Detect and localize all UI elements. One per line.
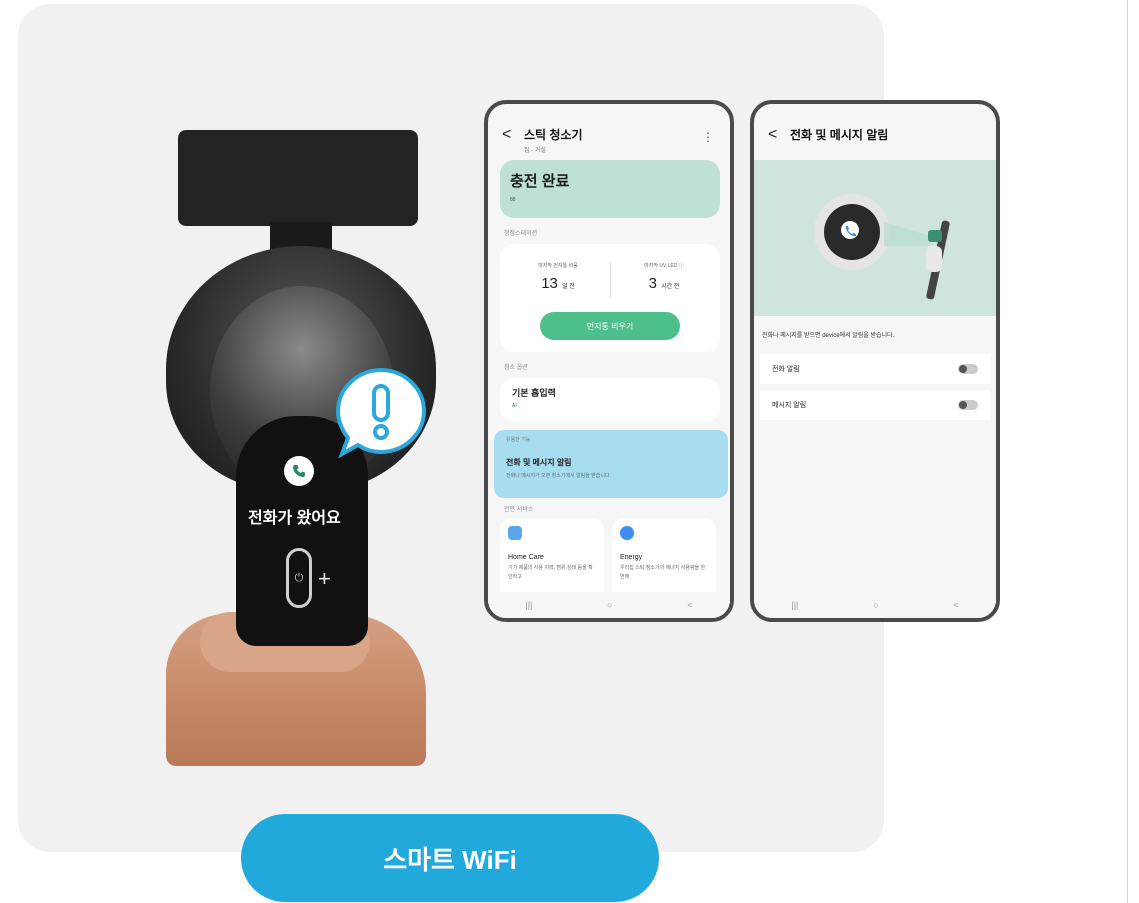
useful-label: 유용한 기능	[506, 437, 531, 443]
service-title: Energy	[620, 554, 643, 561]
notification-description: 전화나 메시지를 받으면 device에서 알림을 받습니다.	[762, 333, 895, 339]
app-header: < 전화 및 메시지 알림	[768, 126, 982, 144]
stat-value: 3 시간 전	[614, 275, 714, 292]
phone-icon	[284, 456, 314, 486]
stat-unit: 시간 전	[661, 284, 680, 290]
options-label: 청소 옵션	[504, 365, 528, 371]
divider	[1127, 0, 1128, 903]
back-icon[interactable]: <	[502, 126, 516, 144]
call-alert-toggle[interactable]	[958, 364, 978, 374]
vacuum-call-icon	[814, 194, 950, 300]
smart-wifi-button[interactable]: 스마트 WiFi	[241, 814, 659, 902]
stat-uv: 마지막 UV LED ⓘ 3 시간 전	[614, 262, 714, 292]
stat-divider	[610, 262, 611, 298]
vacuum-head	[178, 130, 418, 226]
notice-subtitle: 전화나 메시지가 오면 청소기에서 알림을 받습니다.	[506, 473, 611, 479]
recent-apps-icon[interactable]: |||	[525, 600, 532, 610]
energy-icon	[620, 526, 634, 540]
phone-screen-notifications: < 전화 및 메시지 알림 전화나 메시지를 받으면 device에서 알림을 …	[750, 100, 1000, 622]
notification-illustration	[754, 160, 996, 316]
back-icon[interactable]: <	[768, 126, 782, 144]
call-alert-label: 전화 알림	[772, 366, 800, 373]
power-icon: ⏻	[286, 548, 312, 608]
service-title: Home Care	[508, 554, 544, 561]
suction-option[interactable]: 기본 흡입력 AI	[500, 378, 720, 422]
call-message-notice-card[interactable]: 유용한 기능 전화 및 메시지 알림 전화나 메시지가 오면 청소기에서 알림을…	[494, 430, 728, 498]
status-card: 충전 완료 88	[500, 160, 720, 218]
back-button-icon[interactable]: <	[687, 600, 692, 610]
stat-number: 3	[648, 275, 657, 292]
stat-value: 13 일 전	[508, 275, 608, 292]
back-button-icon[interactable]: <	[953, 600, 958, 610]
charge-status: 충전 완료	[510, 173, 570, 190]
message-alert-toggle[interactable]	[958, 400, 978, 410]
call-alert-row: 전화 알림	[760, 354, 990, 384]
app-header: < 스틱 청소기 집 - 거실 ⋮	[502, 126, 716, 154]
station-card: 마지막 먼지통 비움 13 일 전 마지막 UV LED ⓘ 3 시간 전 먼지…	[500, 244, 720, 352]
page: 전화가 왔어요 ⏻ + < 스틱 청소기 집 - 거실 ⋮ 충전 완료 88 청…	[0, 0, 1139, 903]
nav-bar: ||| ○ <	[488, 592, 730, 618]
nav-bar: ||| ○ <	[754, 592, 996, 618]
stat-label: 마지막 먼지통 비움	[538, 263, 578, 269]
empty-dustbin-button[interactable]: 먼지통 비우기	[540, 312, 680, 340]
notification-title: 전화 및 메시지 알림	[790, 128, 889, 142]
service-description: 기기 제품의 사용 이력, 범위 상태 등을 확인하고	[508, 565, 593, 580]
stat-label: 마지막 UV LED ⓘ	[644, 263, 684, 269]
suction-value: AI	[512, 403, 517, 409]
recent-apps-icon[interactable]: |||	[791, 600, 798, 610]
stat-unit: 일 전	[562, 284, 575, 290]
stat-number: 13	[541, 275, 558, 292]
home-button-icon[interactable]: ○	[873, 600, 878, 610]
stat-dust: 마지막 먼지통 비움 13 일 전	[508, 262, 608, 292]
phone-screen-device: < 스틱 청소기 집 - 거실 ⋮ 충전 완료 88 청정스테이션 마지막 먼지…	[484, 100, 734, 622]
home-icon	[508, 526, 522, 540]
call-message: 전화가 왔어요	[248, 510, 341, 527]
battery-level: 88	[510, 197, 516, 203]
device-location: 집 - 거실	[524, 148, 546, 154]
exclamation-bubble-icon	[335, 367, 427, 459]
message-alert-label: 메시지 알림	[772, 402, 807, 409]
plus-icon: +	[318, 566, 331, 591]
suction-title: 기본 흡입력	[512, 388, 556, 398]
notice-title: 전화 및 메시지 알림	[506, 458, 572, 467]
related-label: 관련 서비스	[504, 507, 534, 513]
message-alert-row: 메시지 알림	[760, 390, 990, 420]
home-button-icon[interactable]: ○	[607, 600, 612, 610]
more-icon[interactable]: ⋮	[702, 130, 714, 144]
station-label: 청정스테이션	[504, 231, 538, 237]
device-title: 스틱 청소기	[524, 128, 583, 142]
service-description: 우리집 스틱 청소기의 에너지 사용량을 한 번에	[620, 565, 706, 580]
